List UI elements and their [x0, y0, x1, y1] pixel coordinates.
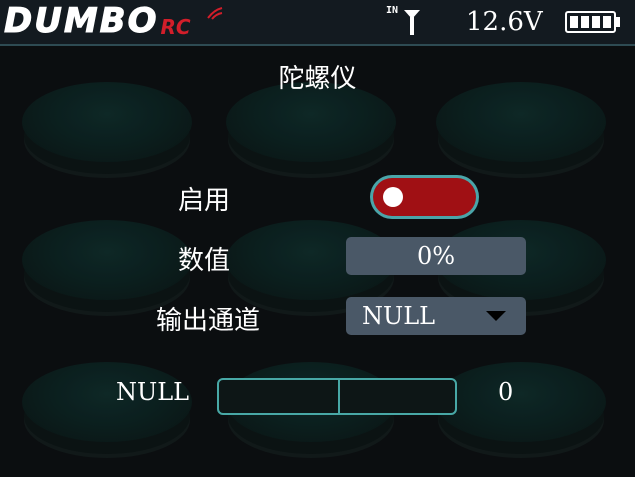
output-channel-value: NULL: [362, 302, 436, 330]
wireless-wave-icon: [207, 7, 223, 20]
logo-suffix: RC: [160, 15, 191, 39]
toggle-knob: [383, 187, 403, 207]
brand-logo: DUMBO RC: [3, 1, 191, 41]
enable-label: 启用: [177, 186, 230, 216]
channel-bar-label: NULL: [116, 378, 190, 406]
page-title: 陀螺仪: [278, 64, 357, 94]
antenna-signal-icon: [404, 10, 420, 35]
battery-voltage: 12.6V: [466, 7, 543, 37]
enable-toggle[interactable]: [373, 178, 476, 216]
output-channel-dropdown[interactable]: NULL: [346, 297, 526, 335]
signal-input-label: IN: [386, 5, 399, 16]
channel-bar-value: 0: [498, 378, 514, 406]
output-channel-label: 输出通道: [155, 306, 260, 336]
battery-icon: [565, 11, 620, 33]
value-label: 数值: [177, 246, 230, 276]
status-bar: DUMBO RC IN 12.6V: [0, 0, 635, 46]
logo-text: DUMBO: [3, 1, 159, 41]
bar-center-marker: [338, 380, 340, 413]
channel-output-bar: [217, 378, 457, 415]
value-field[interactable]: 0%: [346, 237, 526, 275]
chevron-down-icon: [486, 311, 506, 321]
